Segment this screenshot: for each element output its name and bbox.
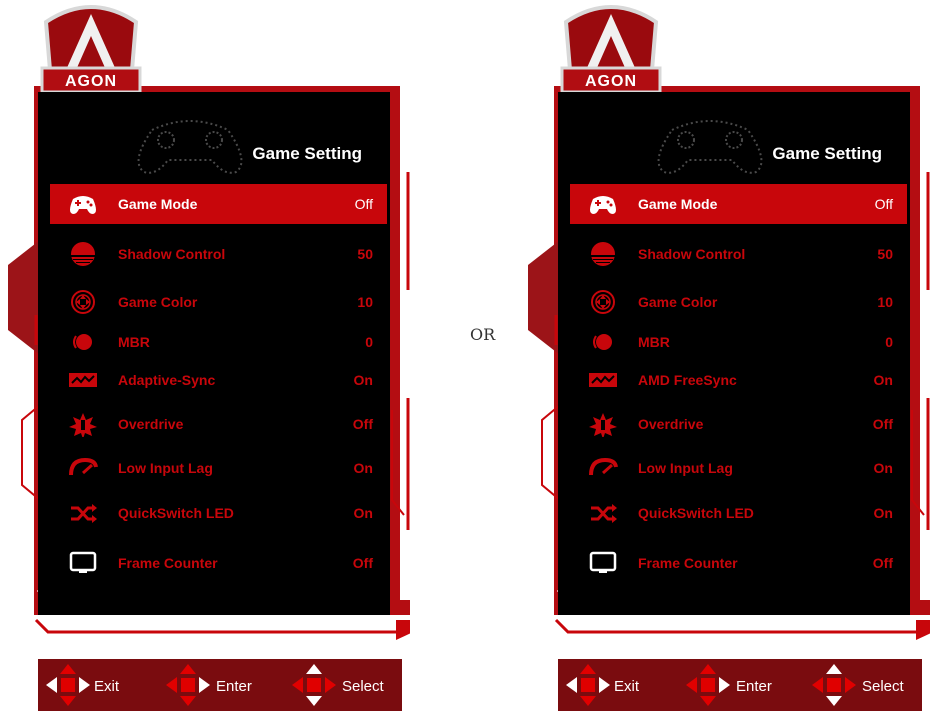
dpad-right-icon	[166, 664, 210, 706]
menu-item-value: On	[873, 505, 893, 521]
menu-item-label: Overdrive	[118, 416, 184, 432]
menu-item-overdrive[interactable]: Overdrive Off	[50, 404, 387, 444]
navigation-bar: Exit Enter Select	[38, 659, 402, 711]
gamepad-art-icon	[657, 120, 763, 174]
exit-label: Exit	[614, 678, 640, 695]
exit-label: Exit	[94, 678, 120, 695]
menu-item-value: On	[353, 505, 373, 521]
gamepad-art-icon	[137, 120, 243, 174]
mbr-icon	[593, 334, 612, 350]
menu-item-game-mode[interactable]: Game Mode Off	[570, 184, 907, 224]
menu-item-label: Shadow Control	[638, 246, 746, 262]
menu-item-value: Off	[872, 416, 893, 432]
menu-item-label: AMD FreeSync	[638, 372, 737, 388]
menu-item-label: Adaptive-Sync	[118, 372, 216, 388]
game-color-icon	[591, 290, 615, 314]
menu-item-low-input-lag[interactable]: Low Input Lag On	[570, 448, 907, 488]
overdrive-icon	[589, 413, 617, 437]
menu-item-value: 10	[877, 294, 893, 310]
dpad-left-icon	[46, 664, 90, 706]
menu-item-value: 10	[357, 294, 373, 310]
menu-item-label: Frame Counter	[638, 555, 738, 571]
overdrive-icon	[69, 413, 97, 437]
menu-title: Game Setting	[252, 144, 362, 163]
menu-item-low-input-lag[interactable]: Low Input Lag On	[50, 448, 387, 488]
enter-label: Enter	[216, 678, 252, 695]
menu-item-frame-counter[interactable]: Frame Counter Off	[50, 543, 387, 583]
shadow-control-icon	[71, 242, 95, 266]
enter-label: Enter	[736, 678, 772, 695]
menu-item-amd-freesync[interactable]: AMD FreeSync On	[570, 360, 907, 400]
osd-panel-left: AGON Game Setting Game Mode Off Shadow Con…	[0, 0, 410, 713]
monitor-icon	[589, 551, 617, 573]
menu-item-value: On	[873, 460, 893, 476]
menu-item-label: Shadow Control	[118, 246, 226, 262]
menu-item-shadow-control[interactable]: Shadow Control 50	[50, 234, 387, 274]
or-separator: OR	[470, 325, 496, 344]
menu-item-value: Off	[352, 555, 373, 571]
dpad-updown-icon	[812, 664, 856, 706]
agon-logo-text: AGON	[585, 73, 637, 90]
shadow-control-icon	[591, 242, 615, 266]
menu-item-overdrive[interactable]: Overdrive Off	[570, 404, 907, 444]
menu-item-label: Game Mode	[118, 196, 198, 212]
navigation-bar: Exit Enter Select	[558, 659, 922, 711]
menu-item-label: QuickSwitch LED	[638, 505, 754, 521]
dpad-right-icon	[686, 664, 730, 706]
speedometer-icon	[589, 457, 618, 476]
menu-item-label: Game Color	[638, 294, 718, 310]
menu-item-label: MBR	[118, 334, 150, 350]
select-label: Select	[342, 678, 384, 695]
menu-item-label: Frame Counter	[118, 555, 218, 571]
menu-item-label: QuickSwitch LED	[118, 505, 234, 521]
menu-item-mbr[interactable]: MBR 0	[570, 322, 907, 362]
menu-item-value: Off	[352, 416, 373, 432]
select-label: Select	[862, 678, 904, 695]
menu-item-label: MBR	[638, 334, 670, 350]
menu-item-shadow-control[interactable]: Shadow Control 50	[570, 234, 907, 274]
adaptive-sync-icon	[589, 373, 617, 387]
osd-panel-right: AGON Game Setting Game Mode Off Shadow Con…	[520, 0, 930, 713]
menu-item-label: Low Input Lag	[638, 460, 733, 476]
menu-item-label: Low Input Lag	[118, 460, 213, 476]
menu-item-label: Game Mode	[638, 196, 718, 212]
osd-screen: Game Setting Game Mode Off Shadow Control 5…	[38, 92, 390, 615]
menu-item-value: 0	[885, 334, 893, 350]
shuffle-icon	[591, 504, 617, 523]
menu-item-value: On	[353, 372, 373, 388]
mbr-icon	[73, 334, 92, 350]
agon-logo-text: AGON	[65, 73, 117, 90]
menu-item-value: Off	[874, 196, 893, 212]
menu-item-value: Off	[872, 555, 893, 571]
adaptive-sync-icon	[69, 373, 97, 387]
menu-item-mbr[interactable]: MBR 0	[50, 322, 387, 362]
game-color-icon	[71, 290, 95, 314]
gamepad-icon	[70, 196, 96, 214]
shuffle-icon	[71, 504, 97, 523]
menu-item-adaptive-sync[interactable]: Adaptive-Sync On	[50, 360, 387, 400]
menu-item-game-color[interactable]: Game Color 10	[50, 282, 387, 322]
dpad-left-icon	[566, 664, 610, 706]
menu-item-label: Game Color	[118, 294, 198, 310]
menu-item-game-color[interactable]: Game Color 10	[570, 282, 907, 322]
menu-item-quickswitch-led[interactable]: QuickSwitch LED On	[570, 493, 907, 533]
menu-item-value: On	[353, 460, 373, 476]
monitor-icon	[69, 551, 97, 573]
gamepad-icon	[590, 196, 616, 214]
menu-item-quickswitch-led[interactable]: QuickSwitch LED On	[50, 493, 387, 533]
menu-item-value: 0	[365, 334, 373, 350]
menu-item-value: On	[873, 372, 893, 388]
menu-item-value: Off	[354, 196, 373, 212]
menu-title: Game Setting	[772, 144, 882, 163]
menu-item-label: Overdrive	[638, 416, 704, 432]
menu-item-game-mode[interactable]: Game Mode Off	[50, 184, 387, 224]
osd-screen: Game Setting Game Mode Off Shadow Control 5…	[558, 92, 910, 615]
speedometer-icon	[69, 457, 98, 476]
menu-item-value: 50	[877, 246, 893, 262]
menu-item-frame-counter[interactable]: Frame Counter Off	[570, 543, 907, 583]
menu-item-value: 50	[357, 246, 373, 262]
dpad-updown-icon	[292, 664, 336, 706]
